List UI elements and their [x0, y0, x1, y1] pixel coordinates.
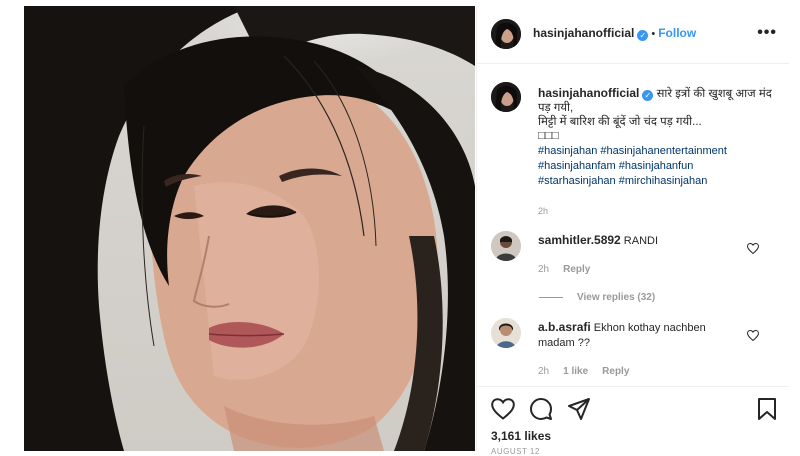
hashtag-line[interactable]: #starhasinjahan #mirchihasinjahan	[538, 174, 778, 189]
commenter-avatar[interactable]	[491, 231, 521, 261]
comment-body: samhitler.5892 RANDI	[538, 233, 738, 249]
separator: •	[651, 28, 656, 40]
comment-like-icon[interactable]	[746, 242, 760, 257]
caption-emoji: □□□	[538, 130, 559, 142]
instagram-post: hasinjahanofficial ✓ • Follow ••• hasinjaha…	[0, 0, 800, 456]
comment-username[interactable]: a.b.asrafi	[538, 320, 591, 334]
hashtag-line[interactable]: #hasinjahan #hasinjahanentertainment	[538, 144, 778, 159]
verified-icon: ✓	[637, 30, 649, 41]
verified-icon: ✓	[642, 90, 654, 101]
hashtags: #hasinjahan #hasinjahanentertainment #ha…	[538, 144, 778, 189]
comment-time: 2h	[538, 264, 550, 275]
post-date: AUGUST 12	[491, 447, 540, 456]
post-sidebar: hasinjahanofficial ✓ • Follow ••• hasinjaha…	[476, 6, 789, 456]
caption-line-2: मिट्टी में बारिश की बूंदें जो चंद पड़ गय…	[538, 116, 702, 128]
caption: hasinjahanofficial ✓ सारे इत्रों की खुशबू…	[538, 86, 778, 189]
author-avatar[interactable]	[491, 19, 521, 49]
reply-button[interactable]: Reply	[602, 366, 629, 377]
more-icon[interactable]: •••	[757, 24, 777, 42]
author-username[interactable]: hasinjahanofficial	[533, 26, 634, 40]
post-header: hasinjahanofficial ✓ • Follow •••	[477, 6, 789, 64]
comment-likes[interactable]: 1 like	[563, 366, 588, 377]
comment-meta: 2h Reply	[538, 264, 590, 275]
comment-like-icon[interactable]	[746, 329, 760, 344]
likes-count[interactable]: 3,161 likes	[491, 429, 551, 443]
portrait-illustration	[24, 6, 475, 451]
post-photo[interactable]	[24, 6, 475, 451]
comment-time: 2h	[538, 366, 550, 377]
caption-time: 2h	[538, 206, 549, 216]
view-replies-label[interactable]: View replies (32)	[577, 292, 655, 303]
share-icon[interactable]	[567, 397, 591, 424]
comment: samhitler.5892 RANDI 2h Reply	[491, 231, 781, 281]
reply-button[interactable]: Reply	[563, 264, 590, 275]
follow-button[interactable]: Follow	[658, 26, 696, 40]
comment: a.b.asrafi Ekhon kothay nachben madam ??…	[491, 318, 781, 380]
header-meta: hasinjahanofficial ✓ • Follow	[533, 26, 696, 41]
caption-avatar[interactable]	[491, 82, 521, 112]
comment-meta: 2h 1 like Reply	[538, 366, 629, 377]
view-replies-button[interactable]: View replies (32)	[539, 292, 655, 303]
replies-divider	[539, 296, 563, 298]
action-bar: 3,161 likes AUGUST 12	[477, 386, 789, 456]
heart-icon[interactable]	[491, 398, 515, 423]
caption-author[interactable]: hasinjahanofficial	[538, 86, 639, 100]
comment-icon[interactable]	[529, 397, 553, 424]
commenter-avatar[interactable]	[491, 318, 521, 348]
comment-text: RANDI	[623, 235, 659, 247]
comment-username[interactable]: samhitler.5892	[538, 233, 621, 247]
bookmark-icon[interactable]	[757, 397, 777, 424]
comment-body: a.b.asrafi Ekhon kothay nachben madam ??	[538, 320, 738, 351]
hashtag-line[interactable]: #hasinjahanfam #hasinjahanfun	[538, 159, 778, 174]
